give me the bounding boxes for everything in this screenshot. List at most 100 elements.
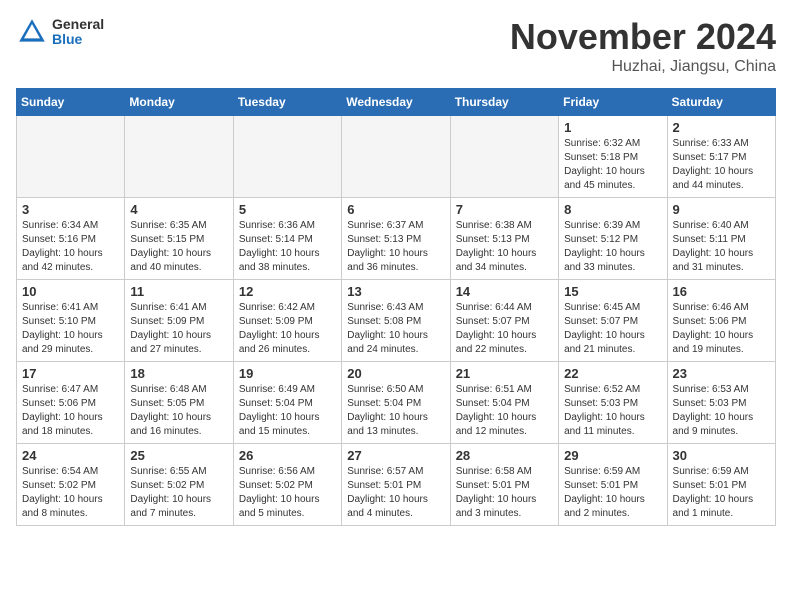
calendar-cell: 28 Sunrise: 6:58 AM Sunset: 5:01 PM Dayli… xyxy=(450,444,558,526)
day-info: Sunrise: 6:58 AM Sunset: 5:01 PM Dayligh… xyxy=(456,465,553,521)
day-info: Sunrise: 6:53 AM Sunset: 5:03 PM Dayligh… xyxy=(673,383,770,439)
month-title: November 2024 xyxy=(510,16,776,58)
calendar-cell: 11 Sunrise: 6:41 AM Sunset: 5:09 PM Dayli… xyxy=(125,280,233,362)
location: Huzhai, Jiangsu, China xyxy=(510,58,776,76)
weekday-header: Tuesday xyxy=(233,89,341,116)
day-info: Sunrise: 6:32 AM Sunset: 5:18 PM Dayligh… xyxy=(564,137,661,193)
day-number: 2 xyxy=(673,120,770,135)
weekday-header: Saturday xyxy=(667,89,775,116)
calendar-cell: 19 Sunrise: 6:49 AM Sunset: 5:04 PM Dayli… xyxy=(233,362,341,444)
header: General Blue November 2024 Huzhai, Jiang… xyxy=(16,16,776,76)
day-number: 18 xyxy=(130,366,227,381)
day-number: 16 xyxy=(673,284,770,299)
calendar-week-row: 17 Sunrise: 6:47 AM Sunset: 5:06 PM Dayli… xyxy=(17,362,776,444)
day-number: 19 xyxy=(239,366,336,381)
calendar-cell: 22 Sunrise: 6:52 AM Sunset: 5:03 PM Dayli… xyxy=(559,362,667,444)
calendar-week-row: 1Sunrise: 6:32 AM Sunset: 5:18 PM Daylig… xyxy=(17,116,776,198)
calendar-cell xyxy=(450,116,558,198)
day-info: Sunrise: 6:56 AM Sunset: 5:02 PM Dayligh… xyxy=(239,465,336,521)
day-info: Sunrise: 6:39 AM Sunset: 5:12 PM Dayligh… xyxy=(564,219,661,275)
day-info: Sunrise: 6:41 AM Sunset: 5:10 PM Dayligh… xyxy=(22,301,119,357)
weekday-header: Monday xyxy=(125,89,233,116)
calendar-cell: 10 Sunrise: 6:41 AM Sunset: 5:10 PM Dayli… xyxy=(17,280,125,362)
day-number: 13 xyxy=(347,284,444,299)
calendar-cell: 25 Sunrise: 6:55 AM Sunset: 5:02 PM Dayli… xyxy=(125,444,233,526)
day-number: 17 xyxy=(22,366,119,381)
day-number: 25 xyxy=(130,448,227,463)
day-info: Sunrise: 6:33 AM Sunset: 5:17 PM Dayligh… xyxy=(673,137,770,193)
day-info: Sunrise: 6:40 AM Sunset: 5:11 PM Dayligh… xyxy=(673,219,770,275)
calendar-cell: 3 Sunrise: 6:34 AM Sunset: 5:16 PM Daylig… xyxy=(17,198,125,280)
day-number: 11 xyxy=(130,284,227,299)
calendar-cell: 15 Sunrise: 6:45 AM Sunset: 5:07 PM Dayli… xyxy=(559,280,667,362)
day-info: Sunrise: 6:51 AM Sunset: 5:04 PM Dayligh… xyxy=(456,383,553,439)
day-info: Sunrise: 6:59 AM Sunset: 5:01 PM Dayligh… xyxy=(673,465,770,521)
day-info: Sunrise: 6:57 AM Sunset: 5:01 PM Dayligh… xyxy=(347,465,444,521)
logo: General Blue xyxy=(16,16,104,48)
calendar-cell: 7 Sunrise: 6:38 AM Sunset: 5:13 PM Daylig… xyxy=(450,198,558,280)
calendar-cell: 9 Sunrise: 6:40 AM Sunset: 5:11 PM Daylig… xyxy=(667,198,775,280)
day-info: Sunrise: 6:59 AM Sunset: 5:01 PM Dayligh… xyxy=(564,465,661,521)
calendar-cell: 12Sunrise: 6:42 AM Sunset: 5:09 PM Dayli… xyxy=(233,280,341,362)
day-number: 20 xyxy=(347,366,444,381)
day-info: Sunrise: 6:45 AM Sunset: 5:07 PM Dayligh… xyxy=(564,301,661,357)
calendar-table: SundayMondayTuesdayWednesdayThursdayFrid… xyxy=(16,88,776,526)
day-info: Sunrise: 6:42 AM Sunset: 5:09 PM Dayligh… xyxy=(239,301,336,357)
day-info: Sunrise: 6:34 AM Sunset: 5:16 PM Dayligh… xyxy=(22,219,119,275)
title-area: November 2024 Huzhai, Jiangsu, China xyxy=(510,16,776,76)
calendar-cell xyxy=(17,116,125,198)
day-number: 3 xyxy=(22,202,119,217)
calendar-cell xyxy=(125,116,233,198)
day-info: Sunrise: 6:38 AM Sunset: 5:13 PM Dayligh… xyxy=(456,219,553,275)
calendar-week-row: 10 Sunrise: 6:41 AM Sunset: 5:10 PM Dayli… xyxy=(17,280,776,362)
day-info: Sunrise: 6:54 AM Sunset: 5:02 PM Dayligh… xyxy=(22,465,119,521)
day-number: 6 xyxy=(347,202,444,217)
day-number: 22 xyxy=(564,366,661,381)
calendar-cell: 13 Sunrise: 6:43 AM Sunset: 5:08 PM Dayli… xyxy=(342,280,450,362)
day-number: 27 xyxy=(347,448,444,463)
day-info: Sunrise: 6:47 AM Sunset: 5:06 PM Dayligh… xyxy=(22,383,119,439)
day-number: 23 xyxy=(673,366,770,381)
day-number: 7 xyxy=(456,202,553,217)
calendar-cell: 6Sunrise: 6:37 AM Sunset: 5:13 PM Daylig… xyxy=(342,198,450,280)
day-info: Sunrise: 6:52 AM Sunset: 5:03 PM Dayligh… xyxy=(564,383,661,439)
day-number: 24 xyxy=(22,448,119,463)
weekday-header-row: SundayMondayTuesdayWednesdayThursdayFrid… xyxy=(17,89,776,116)
day-info: Sunrise: 6:55 AM Sunset: 5:02 PM Dayligh… xyxy=(130,465,227,521)
day-number: 28 xyxy=(456,448,553,463)
logo-general-label: General xyxy=(52,17,104,32)
day-info: Sunrise: 6:41 AM Sunset: 5:09 PM Dayligh… xyxy=(130,301,227,357)
day-number: 8 xyxy=(564,202,661,217)
calendar-cell: 20Sunrise: 6:50 AM Sunset: 5:04 PM Dayli… xyxy=(342,362,450,444)
weekday-header: Sunday xyxy=(17,89,125,116)
calendar-cell: 16 Sunrise: 6:46 AM Sunset: 5:06 PM Dayli… xyxy=(667,280,775,362)
day-number: 15 xyxy=(564,284,661,299)
calendar-cell: 17 Sunrise: 6:47 AM Sunset: 5:06 PM Dayli… xyxy=(17,362,125,444)
calendar-cell: 30 Sunrise: 6:59 AM Sunset: 5:01 PM Dayli… xyxy=(667,444,775,526)
weekday-header: Friday xyxy=(559,89,667,116)
day-number: 30 xyxy=(673,448,770,463)
day-number: 5 xyxy=(239,202,336,217)
day-info: Sunrise: 6:43 AM Sunset: 5:08 PM Dayligh… xyxy=(347,301,444,357)
day-number: 4 xyxy=(130,202,227,217)
day-number: 9 xyxy=(673,202,770,217)
calendar-cell: 21Sunrise: 6:51 AM Sunset: 5:04 PM Dayli… xyxy=(450,362,558,444)
calendar-cell: 5 Sunrise: 6:36 AM Sunset: 5:14 PM Daylig… xyxy=(233,198,341,280)
day-number: 10 xyxy=(22,284,119,299)
logo-text: General Blue xyxy=(52,17,104,48)
calendar-cell: 18Sunrise: 6:48 AM Sunset: 5:05 PM Dayli… xyxy=(125,362,233,444)
calendar-cell: 29Sunrise: 6:59 AM Sunset: 5:01 PM Dayli… xyxy=(559,444,667,526)
calendar-cell: 2 Sunrise: 6:33 AM Sunset: 5:17 PM Daylig… xyxy=(667,116,775,198)
calendar-cell: 24 Sunrise: 6:54 AM Sunset: 5:02 PM Dayli… xyxy=(17,444,125,526)
logo-icon xyxy=(16,16,48,48)
calendar-cell: 23 Sunrise: 6:53 AM Sunset: 5:03 PM Dayli… xyxy=(667,362,775,444)
day-info: Sunrise: 6:35 AM Sunset: 5:15 PM Dayligh… xyxy=(130,219,227,275)
weekday-header: Wednesday xyxy=(342,89,450,116)
day-info: Sunrise: 6:36 AM Sunset: 5:14 PM Dayligh… xyxy=(239,219,336,275)
day-info: Sunrise: 6:49 AM Sunset: 5:04 PM Dayligh… xyxy=(239,383,336,439)
weekday-header: Thursday xyxy=(450,89,558,116)
day-number: 26 xyxy=(239,448,336,463)
day-info: Sunrise: 6:46 AM Sunset: 5:06 PM Dayligh… xyxy=(673,301,770,357)
calendar-cell xyxy=(342,116,450,198)
calendar-cell: 1Sunrise: 6:32 AM Sunset: 5:18 PM Daylig… xyxy=(559,116,667,198)
